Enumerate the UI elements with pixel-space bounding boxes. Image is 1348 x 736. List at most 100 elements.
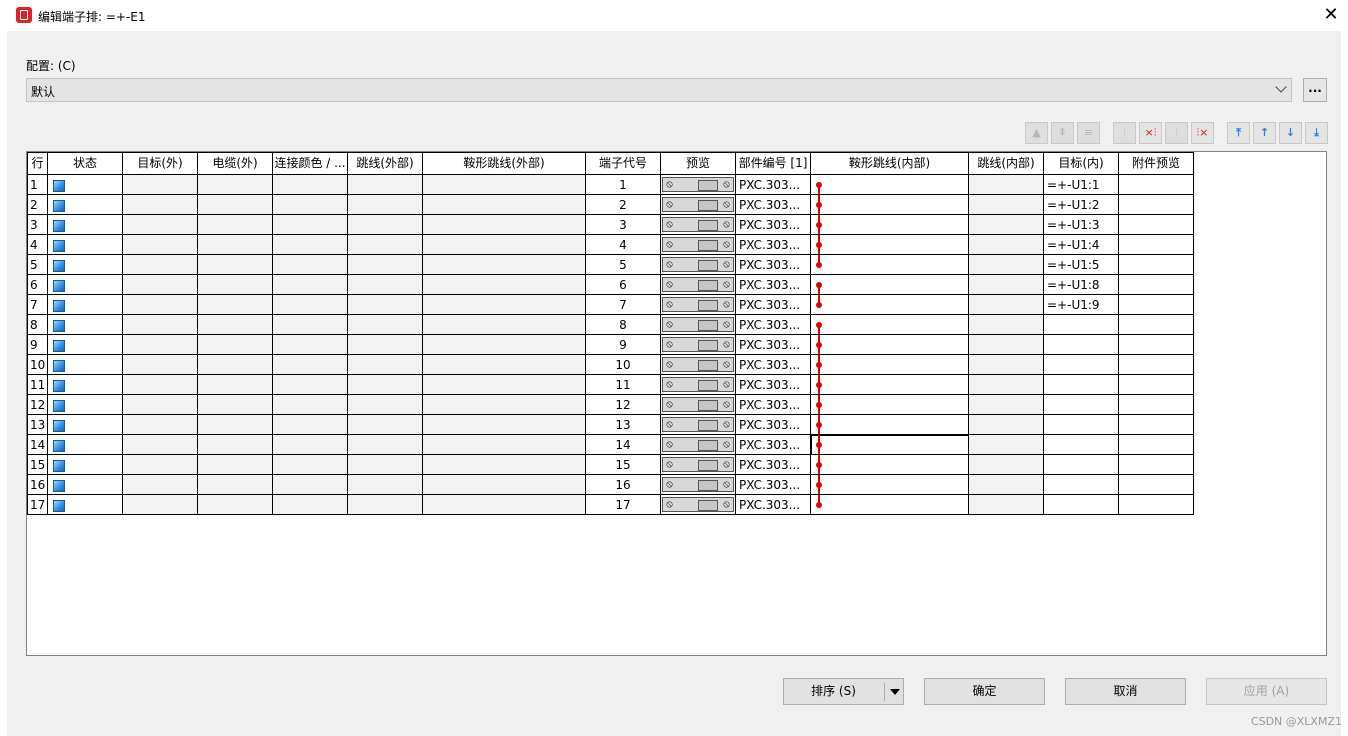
target-in-cell[interactable] (1043, 314, 1119, 335)
cable-out-cell[interactable] (197, 214, 273, 235)
cable-out-cell[interactable] (197, 334, 273, 355)
jumper-in-cell[interactable] (968, 214, 1044, 235)
saddle-jumper-in-cell[interactable] (810, 214, 969, 235)
preview-cell[interactable]: ⦸ ⦸ (660, 334, 736, 355)
saddle-jumper-in-cell[interactable] (810, 314, 969, 335)
terminal-designation-cell[interactable]: 1 (585, 174, 661, 195)
table-row[interactable]: 1 1 ⦸ ⦸ PXC.303... =+-U1:1 (27, 174, 1194, 195)
close-icon[interactable]: ✕ (1320, 4, 1342, 26)
connection-color-cell[interactable] (272, 314, 348, 335)
target-out-cell[interactable] (122, 234, 198, 255)
target-out-cell[interactable] (122, 274, 198, 295)
cable-out-cell[interactable] (197, 474, 273, 495)
accessory-preview-cell[interactable] (1118, 314, 1194, 335)
cable-out-cell[interactable] (197, 294, 273, 315)
table-row[interactable]: 8 8 ⦸ ⦸ PXC.303... (27, 314, 1194, 335)
saddle-jumper-in-cell[interactable] (810, 194, 969, 215)
table-row[interactable]: 9 9 ⦸ ⦸ PXC.303... (27, 334, 1194, 355)
jumper-in-cell[interactable] (968, 474, 1044, 495)
cable-out-cell[interactable] (197, 454, 273, 475)
part-number-cell[interactable]: PXC.303... (735, 194, 811, 215)
saddle-jumper-out-cell[interactable] (422, 294, 586, 315)
column-header[interactable]: 目标(内) (1043, 152, 1119, 175)
connection-color-cell[interactable] (272, 234, 348, 255)
row-number[interactable]: 5 (27, 254, 48, 275)
jumper-in-cell[interactable] (968, 354, 1044, 375)
cable-out-cell[interactable] (197, 434, 273, 455)
jumper-out-cell[interactable] (347, 454, 423, 475)
jumper-in-cell[interactable] (968, 274, 1044, 295)
saddle-jumper-in-cell[interactable] (810, 474, 969, 495)
saddle-jumper-out-cell[interactable] (422, 434, 586, 455)
accessory-preview-cell[interactable] (1118, 214, 1194, 235)
part-number-cell[interactable]: PXC.303... (735, 174, 811, 195)
caret-down-icon[interactable] (890, 689, 900, 695)
saddle-jumper-in-cell[interactable] (810, 254, 969, 275)
column-header[interactable]: 跳线(内部) (968, 152, 1044, 175)
target-in-cell[interactable] (1043, 494, 1119, 515)
accessory-preview-cell[interactable] (1118, 474, 1194, 495)
target-in-cell[interactable]: =+-U1:2 (1043, 194, 1119, 215)
cable-out-cell[interactable] (197, 234, 273, 255)
jumper-in-cell[interactable] (968, 254, 1044, 275)
target-out-cell[interactable] (122, 454, 198, 475)
connection-color-cell[interactable] (272, 434, 348, 455)
saddle-jumper-in-cell[interactable] (810, 454, 969, 475)
table-row[interactable]: 12 12 ⦸ ⦸ PXC.303... (27, 394, 1194, 415)
jumper-in-cell[interactable] (968, 434, 1044, 455)
preview-cell[interactable]: ⦸ ⦸ (660, 374, 736, 395)
jumper-out-cell[interactable] (347, 214, 423, 235)
saddle-jumper-in-cell[interactable] (810, 374, 969, 395)
saddle-jumper-out-cell[interactable] (422, 354, 586, 375)
terminal-designation-cell[interactable]: 15 (585, 454, 661, 475)
connection-color-cell[interactable] (272, 254, 348, 275)
jumper-out-cell[interactable] (347, 474, 423, 495)
cable-out-cell[interactable] (197, 414, 273, 435)
saddle-jumper-out-cell[interactable] (422, 494, 586, 515)
move-bottom-button[interactable]: ⤓ (1305, 122, 1328, 144)
preview-cell[interactable]: ⦸ ⦸ (660, 194, 736, 215)
preview-cell[interactable]: ⦸ ⦸ (660, 394, 736, 415)
target-out-cell[interactable] (122, 374, 198, 395)
cable-out-cell[interactable] (197, 274, 273, 295)
saddle-jumper-in-cell[interactable] (810, 394, 969, 415)
status-cell[interactable] (47, 374, 123, 395)
column-header[interactable]: 状态 (47, 152, 123, 175)
saddle-jumper-out-cell[interactable] (422, 474, 586, 495)
preview-cell[interactable]: ⦸ ⦸ (660, 174, 736, 195)
jumper-out-cell[interactable] (347, 434, 423, 455)
connection-color-cell[interactable] (272, 414, 348, 435)
move-down-button[interactable]: ↓ (1279, 122, 1302, 144)
status-cell[interactable] (47, 194, 123, 215)
preview-cell[interactable]: ⦸ ⦸ (660, 454, 736, 475)
column-header[interactable]: 行 (27, 152, 48, 175)
target-in-cell[interactable] (1043, 414, 1119, 435)
accessory-preview-cell[interactable] (1118, 254, 1194, 275)
row-number[interactable]: 16 (27, 474, 48, 495)
config-more-button[interactable]: ... (1303, 78, 1327, 102)
accessory-preview-cell[interactable] (1118, 354, 1194, 375)
connection-color-cell[interactable] (272, 394, 348, 415)
preview-cell[interactable]: ⦸ ⦸ (660, 434, 736, 455)
table-row[interactable]: 13 13 ⦸ ⦸ PXC.303... (27, 414, 1194, 435)
connection-color-cell[interactable] (272, 374, 348, 395)
accessory-preview-cell[interactable] (1118, 234, 1194, 255)
table-row[interactable]: 14 14 ⦸ ⦸ PXC.303... (27, 434, 1194, 455)
jumper-out-cell[interactable] (347, 294, 423, 315)
config-dropdown[interactable]: 默认 (26, 78, 1292, 102)
preview-cell[interactable]: ⦸ ⦸ (660, 234, 736, 255)
saddle-jumper-in-cell[interactable] (810, 234, 969, 255)
row-number[interactable]: 1 (27, 174, 48, 195)
table-row[interactable]: 7 7 ⦸ ⦸ PXC.303... =+-U1:9 (27, 294, 1194, 315)
part-number-cell[interactable]: PXC.303... (735, 374, 811, 395)
jumper-out-cell[interactable] (347, 194, 423, 215)
column-header[interactable]: 附件预览 (1118, 152, 1194, 175)
accessory-preview-cell[interactable] (1118, 394, 1194, 415)
connection-color-cell[interactable] (272, 354, 348, 375)
saddle-jumper-out-cell[interactable] (422, 414, 586, 435)
align-center-button[interactable]: ≡ (1077, 122, 1100, 144)
target-out-cell[interactable] (122, 414, 198, 435)
sort-button[interactable]: 排序 (S) (783, 678, 904, 705)
saddle-jumper-out-cell[interactable] (422, 314, 586, 335)
terminal-designation-cell[interactable]: 12 (585, 394, 661, 415)
